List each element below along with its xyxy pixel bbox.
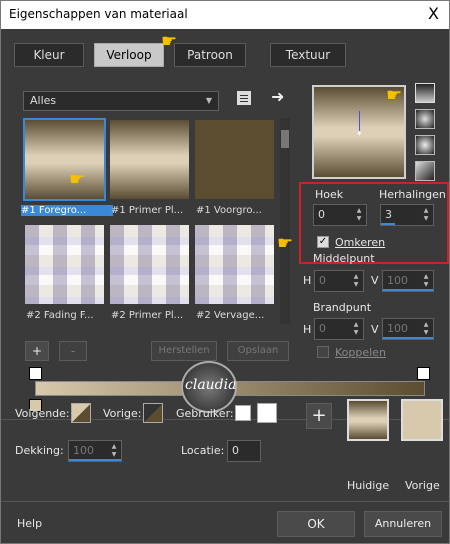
sunburst-style-button[interactable] (415, 135, 435, 155)
add-stop-button[interactable]: + (25, 341, 49, 361)
focal-v-label: V (371, 323, 379, 336)
invert-checkbox[interactable]: ✓ (317, 236, 329, 248)
dropdown-arrow-icon: ▼ (205, 96, 212, 105)
center-h-value: 0 (319, 274, 326, 287)
center-label: Middelpunt (313, 252, 375, 265)
separator (1, 501, 449, 502)
repeats-input[interactable]: 3 ▲ ▼ (380, 204, 434, 226)
spin-arrows-icon[interactable]: ▲ ▼ (109, 443, 119, 459)
gradient-thumb-6[interactable] (193, 223, 276, 306)
current-swatch[interactable] (347, 399, 389, 441)
radial-style-button[interactable] (415, 161, 435, 181)
add-swatch-button[interactable]: + (306, 403, 332, 429)
prev-swatch[interactable] (143, 403, 163, 423)
repeats-value: 3 (385, 208, 392, 221)
user-label: Gebruiker: (176, 407, 234, 420)
title-bar: Eigenschappen van materiaal X (1, 1, 449, 29)
previous-label: Vorige (405, 479, 440, 492)
spin-arrows-icon[interactable]: ▲ ▼ (351, 321, 361, 337)
center-v-value: 100 (387, 274, 408, 287)
focal-label: Brandpunt (313, 301, 372, 314)
angle-input[interactable]: 0 ▲ ▼ (313, 204, 367, 226)
watermark-logo: claudia (181, 361, 237, 413)
focal-h-input[interactable]: 0 ▲ ▼ (314, 318, 364, 340)
focal-v-input[interactable]: 100 ▲ ▼ (382, 318, 434, 340)
next-swatch[interactable] (71, 403, 91, 423)
thumbnail-scrollbar[interactable] (280, 118, 290, 324)
gradient-thumb-5[interactable] (108, 223, 191, 306)
user-swatch-1[interactable] (235, 405, 251, 421)
arrow-right-icon[interactable]: ➜ (271, 87, 284, 106)
gradient-thumb-2[interactable] (108, 118, 191, 201)
center-h-input[interactable]: 0 ▲ ▼ (314, 270, 364, 292)
user-swatch-2[interactable] (257, 403, 277, 423)
linear-style-button[interactable] (415, 83, 435, 103)
thumb-label-4: #2 Fading F... (26, 310, 94, 321)
previous-swatch[interactable] (401, 399, 443, 441)
link-checkbox[interactable] (317, 346, 329, 358)
tab-patroon[interactable]: Patroon (174, 43, 246, 67)
gradient-thumb-4[interactable] (23, 223, 106, 306)
link-label: Koppelen (335, 346, 386, 359)
thumb-label-3: #1 Voorgro... (196, 205, 262, 216)
category-value: Alles (30, 94, 57, 107)
material-properties-dialog: Eigenschappen van materiaal X Kleur Verl… (0, 0, 450, 544)
location-input[interactable]: 0 (227, 440, 261, 462)
watermark-text: claudia (185, 377, 237, 393)
thumb-label-6: #2 Vervage... (196, 310, 265, 321)
focal-v-value: 100 (387, 322, 408, 335)
focal-h-value: 0 (319, 322, 326, 335)
spin-arrows-icon[interactable]: ▲ ▼ (351, 273, 361, 289)
hand-pointer-icon: ☛ (69, 169, 86, 190)
location-value: 0 (232, 444, 239, 457)
thumb-label-2: #1 Primer Pl... (111, 205, 184, 216)
close-button[interactable]: X (428, 4, 439, 23)
thumb-label-1: #1 Foregro... (21, 205, 113, 216)
stop-marker-top-right[interactable] (417, 367, 430, 380)
stop-marker-top-left[interactable] (29, 367, 42, 380)
spin-arrows-icon[interactable]: ▲ ▼ (421, 273, 431, 289)
help-link[interactable]: Help (17, 517, 42, 530)
rectangular-style-button[interactable] (415, 109, 435, 129)
scrollbar-thumb[interactable] (281, 130, 289, 148)
hand-pointer-icon: ☛ (277, 233, 294, 254)
restore-button[interactable]: Herstellen (151, 341, 217, 361)
thumb-label-5: #2 Primer Pl... (111, 310, 184, 321)
gradient-thumb-3[interactable] (193, 118, 276, 201)
current-label: Huidige (347, 479, 390, 492)
center-v-label: V (371, 274, 379, 287)
angle-value: 0 (318, 208, 325, 221)
invert-label: Omkeren (335, 236, 386, 249)
tab-textuur[interactable]: Textuur (270, 43, 346, 67)
ok-button[interactable]: OK (277, 511, 355, 537)
repeats-label: Herhalingen (379, 188, 446, 201)
spin-arrows-icon[interactable]: ▲ ▼ (354, 207, 364, 223)
opacity-label: Dekking: (15, 444, 64, 457)
category-dropdown[interactable]: Alles ▼ (23, 91, 219, 111)
focal-h-label: H (303, 323, 312, 336)
spin-arrows-icon[interactable]: ▲ ▼ (421, 207, 431, 223)
cancel-button[interactable]: Annuleren (364, 511, 442, 537)
window-title: Eigenschappen van materiaal (9, 7, 188, 21)
opacity-value: 100 (73, 444, 94, 457)
gradient-thumb-1[interactable] (23, 118, 106, 201)
location-label: Locatie: (181, 444, 225, 457)
tab-kleur[interactable]: Kleur (14, 43, 84, 67)
save-button[interactable]: Opslaan (227, 341, 289, 361)
prev-label: Vorige: (103, 407, 142, 420)
next-label: Volgende: (15, 407, 70, 420)
angle-label: Hoek (315, 188, 344, 201)
save-preset-icon[interactable] (237, 91, 251, 105)
hand-pointer-icon: ☛ (386, 85, 403, 106)
tab-verloop[interactable]: Verloop (94, 43, 164, 67)
remove-stop-button[interactable]: - (59, 341, 87, 361)
center-h-label: H (303, 274, 312, 287)
center-v-input[interactable]: 100 ▲ ▼ (382, 270, 434, 292)
spin-arrows-icon[interactable]: ▲ ▼ (421, 321, 431, 337)
opacity-input[interactable]: 100 ▲ ▼ (68, 440, 122, 462)
hand-pointer-icon: ☛ (161, 31, 178, 52)
